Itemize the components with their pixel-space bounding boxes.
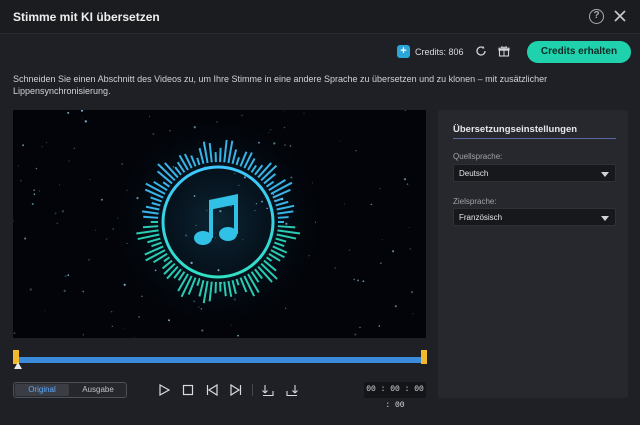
source-language-select[interactable]: Deutsch (453, 164, 616, 182)
target-language-label: Zielsprache: (453, 197, 497, 206)
source-language-label: Quellsprache: (453, 152, 503, 161)
previous-frame-icon[interactable] (205, 383, 219, 397)
video-preview[interactable] (13, 110, 426, 338)
timecode-display: 00 : 00 : 00 : 00 (364, 382, 426, 410)
stop-icon[interactable] (181, 383, 195, 397)
trim-timeline[interactable] (13, 350, 427, 370)
refresh-icon[interactable] (475, 45, 487, 57)
instructions-text: Schneiden Sie einen Abschnitt des Videos… (13, 74, 548, 96)
target-language-select[interactable]: Französisch (453, 208, 616, 226)
tab-ausgabe[interactable]: Ausgabe (71, 384, 125, 396)
play-icon[interactable] (157, 383, 171, 397)
close-icon[interactable] (612, 8, 628, 24)
settings-title: Übersetzungseinstellungen (453, 124, 578, 135)
view-toggle: Original Ausgabe (13, 382, 127, 398)
source-language-value: Deutsch (459, 169, 489, 178)
trim-end-handle[interactable] (421, 350, 427, 364)
timeline-track[interactable] (17, 357, 423, 363)
window-title: Stimme mit KI übersetzen (13, 10, 160, 24)
credits-badge-icon: + (397, 45, 410, 58)
settings-panel: Übersetzungseinstellungen Quellsprache: … (438, 110, 628, 398)
audio-visualizer-artwork (13, 110, 426, 338)
title-bar: Stimme mit KI übersetzen ? (0, 0, 640, 34)
settings-divider (453, 138, 616, 139)
controls-divider (252, 384, 253, 396)
tab-original[interactable]: Original (15, 384, 69, 396)
gift-icon[interactable] (498, 45, 510, 57)
mark-out-icon[interactable] (285, 383, 299, 397)
help-icon[interactable]: ? (589, 9, 604, 24)
playhead[interactable] (14, 362, 22, 369)
credits-count: Credits: 806 (415, 47, 464, 57)
next-frame-icon[interactable] (229, 383, 243, 397)
chevron-down-icon (601, 172, 609, 177)
chevron-down-icon (601, 216, 609, 221)
mark-in-icon[interactable] (261, 383, 275, 397)
get-credits-button[interactable]: Credits erhalten (527, 41, 631, 63)
target-language-value: Französisch (459, 213, 503, 222)
